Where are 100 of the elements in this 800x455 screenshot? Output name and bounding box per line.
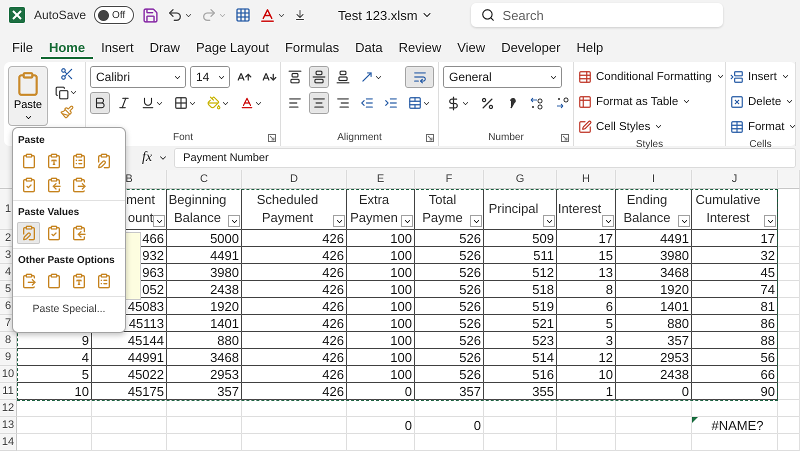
ribbon-tab[interactable]: Review bbox=[390, 34, 450, 58]
table-cell: 426 bbox=[242, 298, 347, 315]
table-cell: 88 bbox=[692, 332, 778, 349]
table-cell: 12 bbox=[557, 349, 616, 366]
table-cell: 1 bbox=[557, 383, 616, 400]
styles-button[interactable]: Conditional Formatting bbox=[578, 66, 725, 87]
group-label: Number bbox=[488, 131, 524, 145]
ribbon-tab[interactable]: Insert bbox=[93, 34, 142, 58]
font-size-dropdown[interactable]: 14 bbox=[190, 66, 230, 88]
table-cell: 3 bbox=[557, 332, 616, 349]
table-cell: 45022 bbox=[92, 366, 167, 383]
column-letter[interactable]: H bbox=[557, 170, 616, 189]
ribbon-tab[interactable]: Draw bbox=[142, 34, 188, 58]
row-number[interactable]: 12 bbox=[0, 400, 17, 417]
file-name-button[interactable]: Test 123.xlsm bbox=[338, 8, 433, 22]
table-cell: 17 bbox=[692, 230, 778, 247]
ribbon-tab[interactable]: View bbox=[449, 34, 494, 58]
ribbon-tab[interactable]: Home bbox=[40, 34, 94, 58]
ribbon-tab[interactable]: Developer bbox=[493, 34, 568, 58]
table-cell: 514 bbox=[484, 349, 557, 366]
table-cell: 526 bbox=[415, 315, 484, 332]
table-cell: 2953 bbox=[167, 366, 242, 383]
ribbon-tab[interactable]: Data bbox=[347, 34, 391, 58]
font-size: 14 bbox=[196, 70, 210, 84]
header-text: Extra Paymen bbox=[350, 191, 398, 227]
table-cell: 526 bbox=[415, 332, 484, 349]
table-cell: 426 bbox=[242, 332, 347, 349]
table-cell: 100 bbox=[347, 298, 415, 315]
table-cell: 526 bbox=[415, 281, 484, 298]
search-field[interactable]: Search bbox=[470, 3, 723, 27]
row-number[interactable]: 14 bbox=[0, 434, 17, 451]
table-cell: 3468 bbox=[616, 264, 692, 281]
cells-button[interactable]: Format bbox=[730, 116, 798, 137]
row-number[interactable]: 13 bbox=[0, 417, 17, 434]
table-cell: 426 bbox=[242, 281, 347, 298]
column-letter[interactable]: I bbox=[616, 170, 692, 189]
button-label: Format bbox=[748, 120, 784, 132]
table-cell: 0 bbox=[347, 417, 415, 434]
table-cell: 2438 bbox=[616, 366, 692, 383]
cells-button[interactable]: Delete bbox=[730, 91, 798, 112]
autosave-toggle[interactable]: Off bbox=[94, 6, 134, 24]
column-letter[interactable]: G bbox=[484, 170, 557, 189]
button-label: Cell Styles bbox=[596, 120, 650, 132]
table-cell: 426 bbox=[242, 366, 347, 383]
row-number[interactable]: 10 bbox=[0, 366, 17, 383]
table-cell: 1920 bbox=[616, 281, 692, 298]
ribbon-tab[interactable]: Formulas bbox=[276, 34, 348, 58]
table-cell: 90 bbox=[692, 383, 778, 400]
ribbon-tab[interactable]: Help bbox=[568, 34, 612, 58]
error-value: #NAME? bbox=[711, 418, 764, 432]
table-cell: 2438 bbox=[167, 281, 242, 298]
table-cell: 4 bbox=[17, 349, 92, 366]
cells-button[interactable]: Insert bbox=[730, 66, 798, 87]
table-cell: 526 bbox=[415, 366, 484, 383]
paste-label: Paste bbox=[14, 98, 42, 110]
table-cell: 81 bbox=[692, 298, 778, 315]
table-cell: 3980 bbox=[616, 247, 692, 264]
table-cell: 17 bbox=[557, 230, 616, 247]
table-cell: 2953 bbox=[616, 349, 692, 366]
table-cell: 13 bbox=[557, 264, 616, 281]
column-letter[interactable]: F bbox=[415, 170, 484, 189]
formula-input[interactable]: Payment Number bbox=[174, 148, 796, 168]
table-cell: 32 bbox=[692, 247, 778, 264]
column-letter[interactable]: J bbox=[692, 170, 778, 189]
column-letter[interactable]: D bbox=[242, 170, 347, 189]
table-cell: 74 bbox=[692, 281, 778, 298]
ribbon-tab[interactable]: File bbox=[4, 34, 41, 58]
table-cell: 100 bbox=[347, 315, 415, 332]
styles-button[interactable]: Cell Styles bbox=[578, 116, 725, 137]
header-text: Cumulative Interest bbox=[695, 191, 761, 227]
table-cell: 511 bbox=[484, 247, 557, 264]
menu-heading: Paste Values bbox=[17, 206, 80, 220]
table-cell: 1920 bbox=[167, 298, 242, 315]
table-cell: 523 bbox=[484, 332, 557, 349]
table-cell: 526 bbox=[415, 247, 484, 264]
column-letter[interactable]: C bbox=[167, 170, 242, 189]
row-number[interactable]: 11 bbox=[0, 383, 17, 400]
group-label: Font bbox=[172, 131, 193, 145]
styles-button[interactable]: Format as Table bbox=[578, 91, 725, 112]
table-cell: 10 bbox=[17, 383, 92, 400]
row-number[interactable]: 8 bbox=[0, 332, 17, 349]
table-cell: 426 bbox=[242, 383, 347, 400]
ribbon-tab[interactable]: Page Layout bbox=[188, 34, 277, 58]
table-cell: 512 bbox=[484, 264, 557, 281]
insert-function-button[interactable]: fx bbox=[142, 150, 152, 166]
table-cell: 426 bbox=[242, 230, 347, 247]
table-cell: 15 bbox=[557, 247, 616, 264]
number-format-dropdown[interactable]: General bbox=[443, 66, 562, 88]
font-name-dropdown[interactable]: Calibri bbox=[90, 66, 186, 88]
table-cell: 516 bbox=[484, 366, 557, 383]
row-number[interactable]: 9 bbox=[0, 349, 17, 366]
table-cell: 100 bbox=[347, 332, 415, 349]
header-text: Total Payme bbox=[422, 191, 463, 227]
table-cell: 4491 bbox=[167, 247, 242, 264]
table-cell: 8 bbox=[557, 281, 616, 298]
paste-button[interactable]: Paste bbox=[8, 66, 48, 126]
table-cell: 426 bbox=[242, 247, 347, 264]
table-cell: 521 bbox=[484, 315, 557, 332]
table-cell: 100 bbox=[347, 281, 415, 298]
column-letter[interactable]: E bbox=[347, 170, 415, 189]
